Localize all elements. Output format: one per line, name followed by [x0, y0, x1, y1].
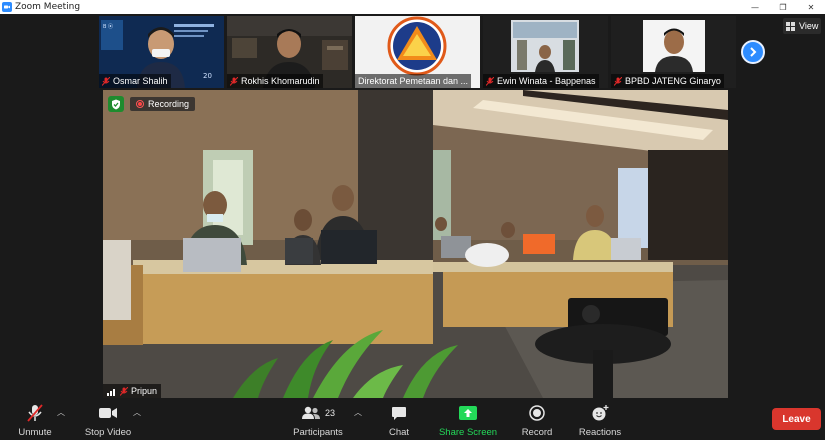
- chat-bubble-icon: [392, 406, 406, 420]
- participant-tile[interactable]: B ⦿ 20 Osmar Shalih: [99, 16, 224, 88]
- svg-text:B ⦿: B ⦿: [103, 24, 113, 30]
- svg-text:20: 20: [203, 72, 212, 80]
- unmute-button[interactable]: Unmute: [15, 403, 55, 438]
- muted-mic-icon: [230, 76, 238, 86]
- speaker-name-label: Pripun: [103, 384, 162, 398]
- participant-count: 23: [324, 408, 335, 418]
- grid-view-icon: [786, 21, 795, 31]
- security-shield-icon[interactable]: [108, 96, 124, 112]
- muted-mic-icon: [102, 76, 110, 86]
- share-screen-icon: [459, 406, 477, 420]
- muted-mic-icon: [486, 76, 494, 86]
- muted-microphone-icon: [27, 404, 43, 422]
- active-speaker-video[interactable]: Recording Pripun: [103, 90, 728, 398]
- meeting-toolbar: Unmute ︿ Stop Video ︿ 23 Participants ︿ …: [0, 400, 825, 440]
- participant-tile[interactable]: BPBD JATENG Ginaryo: [611, 16, 736, 88]
- audio-options-caret[interactable]: ︿: [57, 407, 65, 418]
- minimize-button[interactable]: —: [741, 0, 769, 14]
- participant-name-label: BPBD JATENG Ginaryo: [611, 74, 724, 88]
- muted-mic-icon: [614, 76, 622, 86]
- next-page-button[interactable]: [741, 40, 765, 64]
- muted-mic-icon: [120, 386, 128, 396]
- participant-name-label: Direktorat Pemetaan dan ...: [355, 74, 472, 88]
- participants-button[interactable]: 23 Participants: [292, 403, 344, 438]
- people-icon: [301, 406, 320, 419]
- participant-tile[interactable]: Rokhis Khomarudin: [227, 16, 352, 88]
- record-icon: [529, 405, 545, 421]
- record-dot-icon: [136, 100, 144, 108]
- participant-name-label: Osmar Shalih: [99, 74, 171, 88]
- participant-thumbnails: B ⦿ 20 Osmar Shalih Rokhis Khomarudin Di…: [99, 16, 736, 88]
- smiley-plus-icon: [592, 405, 609, 421]
- reactions-button[interactable]: Reactions: [578, 403, 622, 438]
- meeting-area: B ⦿ 20 Osmar Shalih Rokhis Khomarudin Di…: [0, 14, 825, 400]
- title-bar: Zoom Meeting — ❐ ✕: [0, 0, 825, 14]
- leave-button[interactable]: Leave: [772, 408, 821, 430]
- recording-status: Recording: [108, 96, 196, 112]
- close-button[interactable]: ✕: [797, 0, 825, 14]
- share-screen-button[interactable]: Share Screen: [439, 403, 497, 438]
- video-options-caret[interactable]: ︿: [133, 407, 141, 418]
- chat-button[interactable]: Chat: [387, 403, 411, 438]
- view-button[interactable]: View: [783, 18, 822, 34]
- signal-strength-icon: [107, 388, 115, 396]
- record-button[interactable]: Record: [521, 403, 553, 438]
- participant-tile[interactable]: Ewin Winata - Bappenas: [483, 16, 608, 88]
- recording-indicator[interactable]: Recording: [130, 97, 196, 111]
- restore-button[interactable]: ❐: [769, 0, 797, 14]
- zoom-logo-icon: [2, 2, 12, 12]
- participant-name-label: Rokhis Khomarudin: [227, 74, 323, 88]
- stop-video-button[interactable]: Stop Video: [84, 403, 132, 438]
- chevron-right-icon: [750, 47, 757, 57]
- participant-name-label: Ewin Winata - Bappenas: [483, 74, 599, 88]
- meeting-room-scene: [103, 90, 728, 398]
- window-title: Zoom Meeting: [15, 2, 81, 12]
- video-camera-icon: [99, 408, 117, 418]
- participants-options-caret[interactable]: ︿: [354, 407, 362, 418]
- participant-tile[interactable]: Direktorat Pemetaan dan ...: [355, 16, 480, 88]
